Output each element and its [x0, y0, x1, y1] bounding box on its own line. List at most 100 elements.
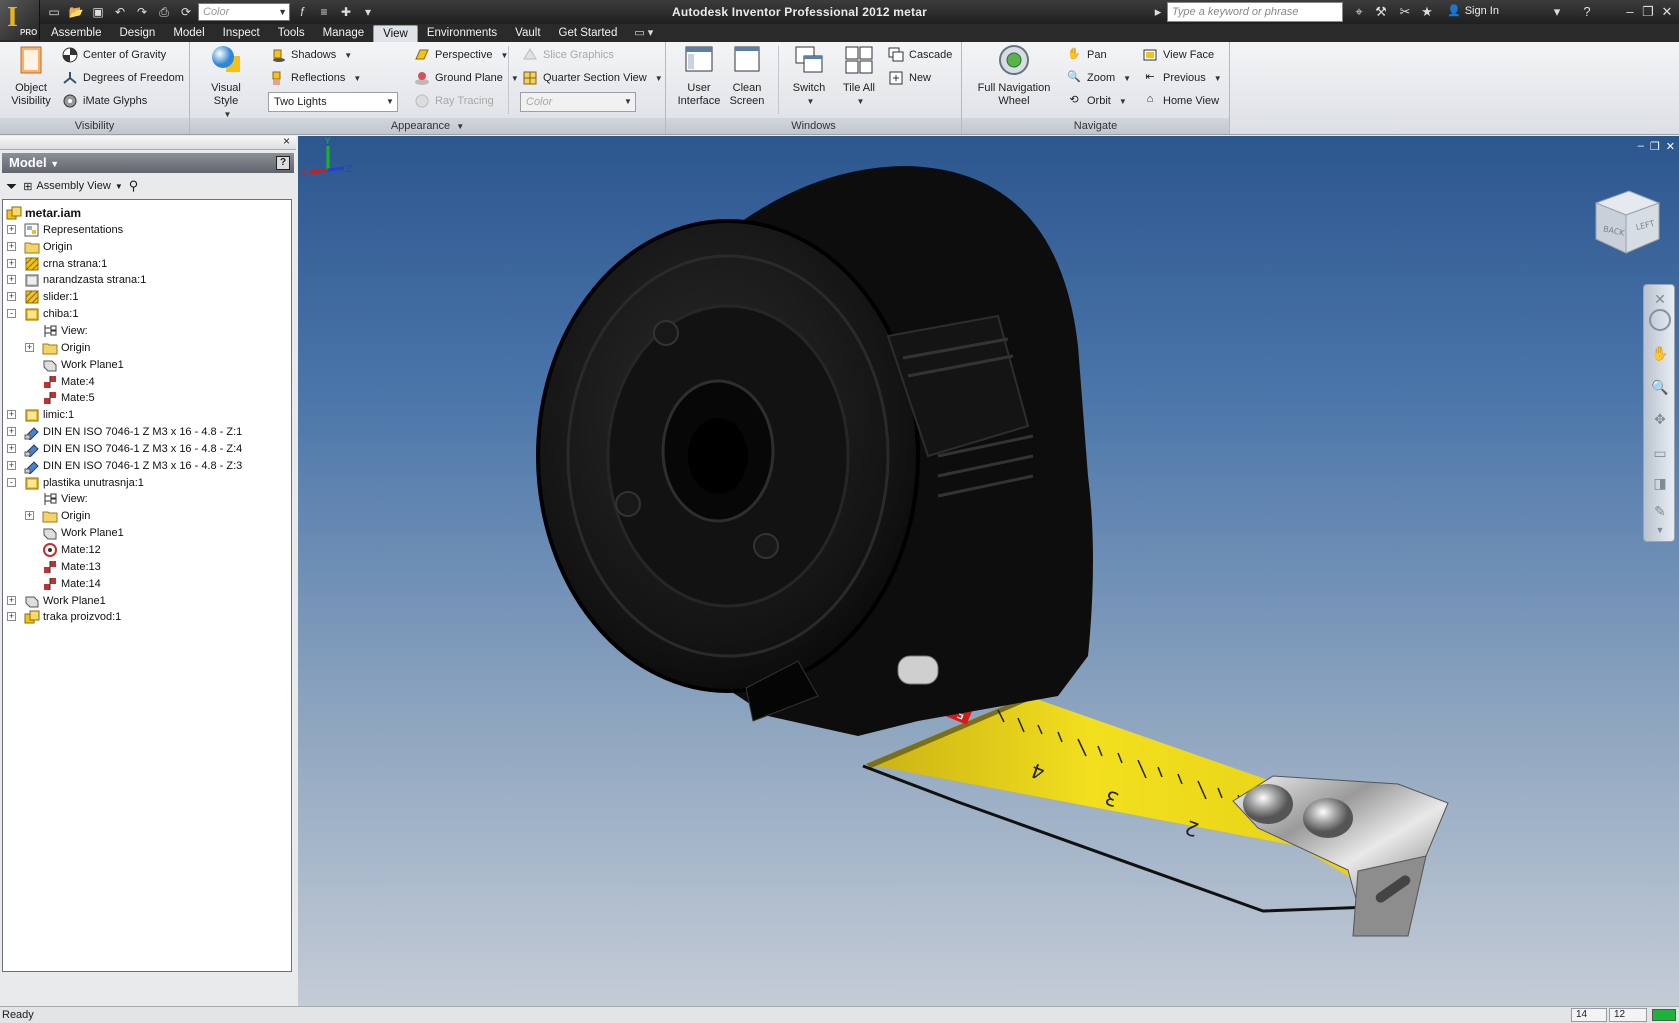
quarter-section-view-button[interactable]: Quarter Section View ▼	[522, 68, 663, 88]
tree-node[interactable]: Mate:4	[42, 373, 95, 391]
filter-icon[interactable]: ⏷	[6, 178, 17, 195]
tree-expander[interactable]: +	[7, 258, 16, 268]
tree-node[interactable]: plastika unutrasnja:1	[24, 474, 144, 492]
help-icon[interactable]: ?	[276, 156, 290, 170]
tile-all-button[interactable]: Tile All ▼	[836, 44, 882, 108]
tab-assemble[interactable]: Assemble	[42, 25, 111, 42]
object-visibility-button[interactable]: Object Visibility	[6, 44, 56, 108]
close-icon[interactable]: ✕	[1666, 140, 1675, 153]
print-icon[interactable]: ⎙	[154, 3, 174, 21]
menu-chevron-icon[interactable]: ▾	[1548, 3, 1566, 21]
tree-node[interactable]: Origin	[42, 339, 90, 357]
function-icon[interactable]: f	[292, 3, 312, 21]
tree-expander[interactable]: +	[7, 410, 16, 420]
tree-expander[interactable]: +	[7, 275, 16, 285]
view-face-icon[interactable]: ▭	[1651, 445, 1669, 463]
tree-node[interactable]: chiba:1	[24, 305, 78, 323]
favorites-star-icon[interactable]: ★	[1418, 3, 1436, 21]
perspective-button[interactable]: Perspective ▼	[414, 45, 508, 65]
center-of-gravity-button[interactable]: Center of Gravity	[62, 45, 166, 65]
appearance-color-combo[interactable]: Color ▼	[520, 92, 636, 112]
tab-manage[interactable]: Manage	[314, 25, 374, 42]
orbit-button[interactable]: ⟲ Orbit ▼	[1066, 91, 1126, 111]
tree-expander[interactable]: +	[7, 595, 16, 605]
restore-icon[interactable]: ❐	[1650, 140, 1660, 153]
tab-design[interactable]: Design	[111, 25, 165, 42]
previous-view-button[interactable]: ⇤ Previous ▼	[1142, 68, 1221, 88]
customize-icon[interactable]: ✎	[1651, 503, 1669, 521]
tab-vault[interactable]: Vault	[506, 25, 549, 42]
navigation-wheel-icon[interactable]	[1649, 309, 1671, 331]
help-icon[interactable]: ?	[1578, 3, 1596, 21]
open-file-icon[interactable]: 📂	[66, 3, 86, 21]
tree-expander[interactable]: +	[25, 511, 34, 521]
tree-expander[interactable]: +	[7, 241, 16, 251]
tree-node[interactable]: View:	[42, 322, 88, 340]
tree-node[interactable]: Work Plane1	[42, 356, 124, 374]
binoculars-icon[interactable]: ⌖	[1350, 3, 1368, 21]
browser-header[interactable]: Model ▼ ?	[2, 153, 294, 173]
ray-tracing-button[interactable]: Ray Tracing	[414, 91, 494, 111]
tree-node[interactable]: narandzasta strana:1	[24, 271, 146, 289]
tree-expander[interactable]: +	[7, 460, 16, 470]
tree-root-node[interactable]: metar.iam	[6, 204, 81, 222]
tree-node[interactable]: View:	[42, 490, 88, 508]
graphics-viewport[interactable]: 5 4 3 2	[298, 136, 1679, 1006]
tab-model[interactable]: Model	[164, 25, 213, 42]
ribbon-options-icon[interactable]: ▭ ▾	[634, 25, 653, 42]
add-icon[interactable]: ✚	[336, 3, 356, 21]
tree-node[interactable]: Representations	[24, 221, 123, 239]
hand-icon[interactable]: ✋	[1651, 345, 1669, 363]
tree-expander[interactable]: +	[7, 427, 16, 437]
user-interface-button[interactable]: User Interface	[674, 44, 724, 108]
tree-expander[interactable]: -	[7, 309, 16, 319]
tree-node[interactable]: Work Plane1	[24, 592, 106, 610]
degrees-of-freedom-button[interactable]: Degrees of Freedom	[62, 68, 184, 88]
zoom-button[interactable]: 🔍 Zoom ▼	[1066, 68, 1131, 88]
lighting-style-combo[interactable]: Two Lights ▼	[268, 92, 398, 112]
new-window-button[interactable]: New	[888, 68, 931, 88]
restore-icon[interactable]: ❐	[1638, 2, 1658, 22]
home-view-button[interactable]: ⌂ Home View	[1142, 91, 1219, 111]
communication-icon[interactable]: ✂	[1396, 3, 1414, 21]
look-at-icon[interactable]: ◨	[1651, 475, 1669, 493]
tree-node[interactable]: DIN EN ISO 7046-1 Z M3 x 16 - 4.8 - Z:4	[24, 440, 242, 458]
reflections-button[interactable]: Reflections ▼	[270, 68, 361, 88]
update-icon[interactable]: ⟳	[176, 3, 196, 21]
minimize-icon[interactable]: –	[1620, 2, 1640, 22]
tree-expander[interactable]: -	[7, 477, 16, 487]
tree-node[interactable]: Origin	[24, 238, 72, 256]
tree-node[interactable]: traka proizvod:1	[24, 608, 121, 626]
redo-icon[interactable]: ↷	[132, 3, 152, 21]
tab-environments[interactable]: Environments	[418, 25, 506, 42]
orbit-icon[interactable]: ✥	[1651, 411, 1669, 429]
close-icon[interactable]: ×	[283, 134, 290, 148]
search-input[interactable]: Type a keyword or phrase	[1167, 2, 1343, 22]
pan-button[interactable]: ✋ Pan	[1066, 45, 1106, 65]
tape-measure-model[interactable]: 5 4 3 2	[298, 136, 1679, 1006]
tree-node[interactable]: Origin	[42, 507, 90, 525]
ground-plane-button[interactable]: Ground Plane ▼	[414, 68, 519, 88]
binoculars-icon[interactable]: ⚲	[129, 178, 139, 194]
tree-expander[interactable]: +	[25, 342, 34, 352]
tree-node[interactable]: Work Plane1	[42, 524, 124, 542]
minimize-icon[interactable]: –	[1638, 140, 1644, 153]
tree-expander[interactable]: +	[7, 292, 16, 302]
full-navigation-wheel-button[interactable]: Full Navigation Wheel	[968, 44, 1060, 108]
customize-qat-icon[interactable]: ▾	[358, 3, 378, 21]
tab-get-started[interactable]: Get Started	[550, 25, 627, 42]
undo-icon[interactable]: ↶	[110, 3, 130, 21]
viewcube[interactable]: BACK LEFT	[1581, 181, 1671, 271]
tree-node[interactable]: DIN EN ISO 7046-1 Z M3 x 16 - 4.8 - Z:3	[24, 457, 242, 475]
panel-title-appearance[interactable]: Appearance ▼	[190, 118, 665, 134]
view-face-button[interactable]: View Face	[1142, 45, 1214, 65]
visual-style-button[interactable]: Visual Style ▼	[200, 44, 252, 121]
new-file-icon[interactable]: ▭	[44, 3, 64, 21]
sign-in-button[interactable]: 👤 Sign In	[1447, 4, 1499, 18]
tab-inspect[interactable]: Inspect	[214, 25, 269, 42]
tree-node[interactable]: DIN EN ISO 7046-1 Z M3 x 16 - 4.8 - Z:1	[24, 423, 242, 441]
assembly-view-selector[interactable]: ⊞ Assembly View ▼	[23, 180, 123, 193]
application-menu-button[interactable]: I PRO	[0, 0, 40, 40]
imate-glyphs-button[interactable]: iMate Glyphs	[62, 91, 147, 111]
tree-expander[interactable]: +	[7, 224, 16, 234]
